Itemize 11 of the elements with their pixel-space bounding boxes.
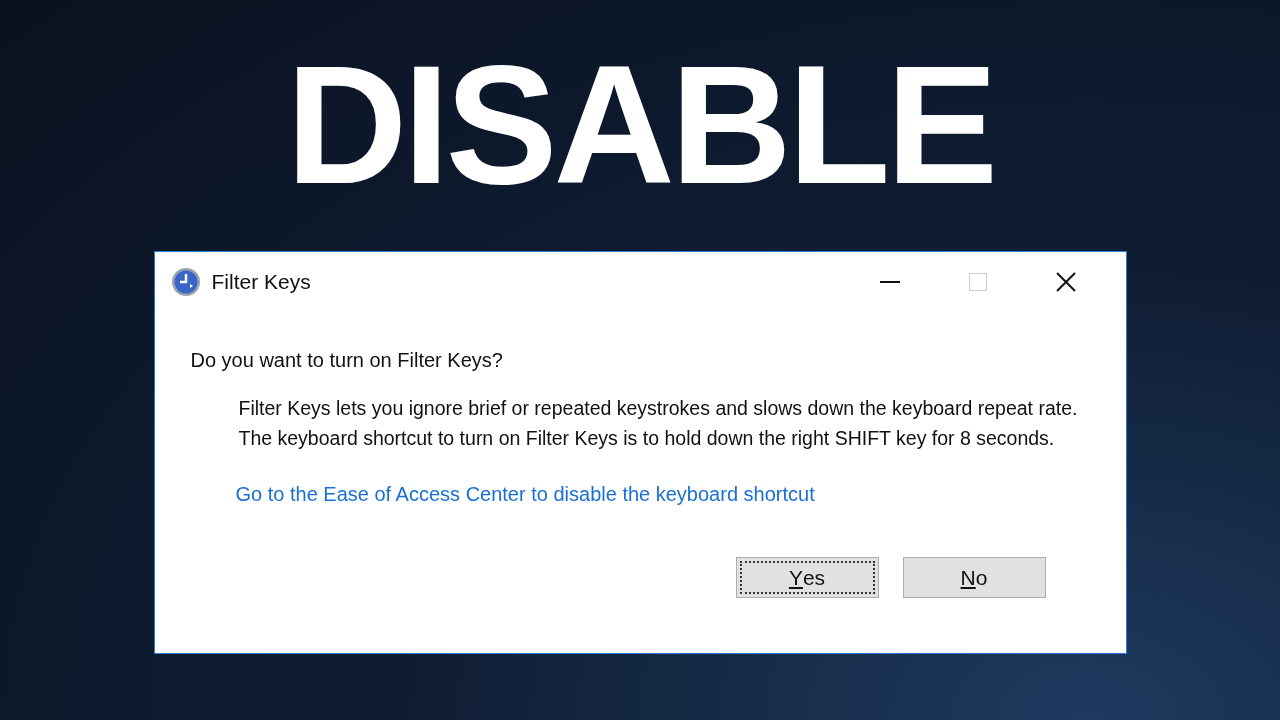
question-text: Do you want to turn on Filter Keys? [190, 348, 504, 373]
description-text: Filter Keys lets you ignore brief or repeated keystrokes and slows down the keyboard repeat rate. The keyboard shortcut to turn on Filter Keys is to hold down the right SHIFT key for 8 seconds. [238, 396, 1079, 451]
keyboard-clock-icon [170, 267, 201, 297]
window-title: Filter Keys [211, 269, 311, 296]
ease-of-access-link[interactable]: Go to the Ease of Access Center to disable the keyboard shortcut [235, 483, 815, 505]
dialog-button[interactable]: Yes [735, 557, 879, 598]
headline: DISABLE [286, 40, 994, 210]
maximize-icon [968, 273, 987, 291]
dialog-button[interactable]: No [902, 557, 1046, 598]
minimize-icon [879, 281, 900, 283]
close-icon [1055, 272, 1076, 292]
